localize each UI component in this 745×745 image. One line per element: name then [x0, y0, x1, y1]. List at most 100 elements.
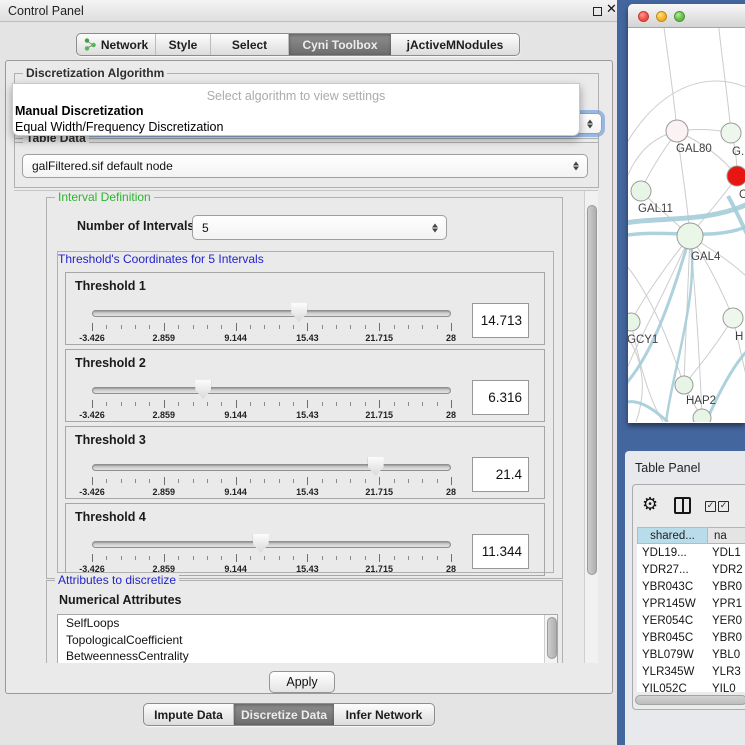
attribute-item[interactable]: BetweennessCentrality — [58, 648, 557, 663]
column-header-shared-name[interactable]: shared... — [637, 527, 708, 544]
table-body: YDL19...YDL1YDR27...YDR2YBR043CYBR0YPR14… — [637, 544, 745, 692]
tab-jactivemnodules[interactable]: jActiveMNodules — [391, 34, 519, 55]
network-node[interactable] — [675, 376, 693, 394]
threshold-slider[interactable]: -3.4262.8599.14415.4321.71528 — [92, 455, 451, 497]
slider-thumb[interactable] — [291, 303, 307, 322]
combo-stepper-icon — [573, 162, 579, 171]
slider-thumb[interactable] — [368, 457, 384, 476]
attribute-item[interactable]: SelfLoops — [58, 615, 557, 632]
threshold-slider[interactable]: -3.4262.8599.14415.4321.71528 — [92, 301, 451, 343]
control-panel-header: Control Panel ✕ — [0, 0, 617, 22]
table-row[interactable]: YIL052CYIL0 — [637, 680, 745, 692]
table-data-combobox[interactable]: galFiltered.sif default node — [22, 154, 588, 178]
float-window-icon[interactable] — [593, 7, 602, 16]
list-scrollbar[interactable] — [544, 615, 557, 663]
column-header-name[interactable]: na — [708, 527, 745, 544]
network-node[interactable] — [727, 166, 745, 186]
combo-value: 5 — [202, 221, 209, 235]
tab-label: Select — [232, 38, 267, 52]
slider-track[interactable] — [92, 541, 451, 548]
thresholds-coordinates-group: Threshold's Coordinates for 5 Intervals … — [57, 251, 554, 573]
slider-thumb[interactable] — [195, 380, 211, 399]
checkbox-icon[interactable]: ✓ — [718, 501, 729, 512]
group-title: Interval Definition — [55, 190, 154, 204]
slider-ticks — [92, 554, 451, 563]
threshold-panel: Threshold 3 -3.4262.8599.14415.4321.7152… — [65, 426, 545, 499]
close-traffic-light-icon[interactable] — [638, 11, 649, 22]
network-node[interactable] — [631, 181, 651, 201]
tab-style[interactable]: Style — [156, 34, 211, 55]
table-panel-card: ⚙ ✓ ✓ shared... na YDL19...YDL1YDR27...Y… — [632, 484, 745, 710]
table-toolbar: ⚙ ✓ ✓ — [633, 485, 745, 525]
attributes-to-discretize-group: Attributes to discretize Numerical Attri… — [46, 580, 563, 663]
threshold-value-field[interactable] — [472, 303, 529, 338]
gear-icon[interactable]: ⚙ — [642, 494, 658, 515]
table-row[interactable]: YBR043CYBR0 — [637, 578, 745, 595]
zoom-traffic-light-icon[interactable] — [674, 11, 685, 22]
threshold-slider[interactable]: -3.4262.8599.14415.4321.71528 — [92, 378, 451, 420]
slider-scale-labels: -3.4262.8599.14415.4321.71528 — [92, 410, 451, 420]
network-edge-teal[interactable] — [628, 236, 690, 390]
number-of-intervals-combobox[interactable]: 5 — [192, 215, 447, 240]
threshold-label: Threshold 3 — [75, 433, 146, 447]
network-edge[interactable] — [690, 236, 733, 318]
network-edge-teal[interactable] — [628, 402, 668, 422]
network-node-label: GAL4 — [691, 251, 721, 263]
attribute-item[interactable]: TopologicalCoefficient — [58, 632, 557, 649]
table-row[interactable]: YDL19...YDL1 — [637, 544, 745, 561]
network-edge[interactable] — [628, 236, 690, 388]
network-canvas[interactable]: GAL80G.CGAL11GAL4GCY1HHAP2 — [628, 28, 745, 422]
network-node[interactable] — [721, 123, 741, 143]
network-icon — [84, 38, 97, 51]
tab-network[interactable]: Network — [77, 34, 156, 55]
checkbox-icon[interactable]: ✓ — [705, 501, 716, 512]
algorithm-dropdown-popup: Select algorithm to view settings Manual… — [12, 83, 580, 136]
table-row[interactable]: YLR345WYLR3 — [637, 663, 745, 680]
network-edge[interactable] — [663, 28, 677, 131]
dropdown-option-manual-discretization[interactable]: Manual Discretization — [15, 104, 144, 118]
table-row[interactable]: YPR145WYPR1 — [637, 595, 745, 612]
dropdown-option-equal-width-frequency[interactable]: Equal Width/Frequency Discretization — [15, 120, 223, 134]
table-horizontal-scrollbar[interactable] — [635, 695, 745, 706]
threshold-value-field[interactable] — [472, 380, 529, 415]
slider-thumb[interactable] — [253, 534, 269, 553]
tab-discretize-data[interactable]: Discretize Data — [234, 704, 334, 725]
numerical-attributes-list[interactable]: SelfLoopsTopologicalCoefficientBetweenne… — [57, 614, 558, 663]
tab-label: jActiveMNodules — [407, 38, 504, 52]
network-node[interactable] — [628, 313, 640, 331]
network-edge-teal[interactable] — [706, 350, 745, 422]
network-edge[interactable] — [631, 236, 690, 322]
slider-track[interactable] — [92, 464, 451, 471]
network-edge[interactable] — [684, 318, 733, 385]
tab-infer-network[interactable]: Infer Network — [334, 704, 434, 725]
panel-title: Control Panel — [8, 4, 84, 18]
network-node[interactable] — [677, 223, 703, 249]
table-row[interactable]: YDR27...YDR2 — [637, 561, 745, 578]
top-tab-bar: Network Style Select Cyni Toolbox jActiv… — [76, 33, 520, 56]
network-node[interactable] — [723, 308, 743, 328]
numerical-attributes-label: Numerical Attributes — [59, 593, 181, 607]
threshold-label: Threshold 4 — [75, 510, 146, 524]
threshold-slider[interactable]: -3.4262.8599.14415.4321.71528 — [92, 532, 451, 574]
tab-impute-data[interactable]: Impute Data — [144, 704, 234, 725]
group-title: Discretization Algorithm — [23, 66, 167, 80]
table-row[interactable]: YBL079WYBL0 — [637, 646, 745, 663]
network-node[interactable] — [693, 409, 711, 422]
settings-scroll-viewport: Interval Definition Number of Intervals … — [14, 190, 598, 663]
minimize-traffic-light-icon[interactable] — [656, 11, 667, 22]
settings-scrollbar[interactable] — [584, 191, 598, 663]
slider-track[interactable] — [92, 387, 451, 394]
threshold-value-field[interactable] — [472, 457, 529, 492]
tab-cyni-toolbox[interactable]: Cyni Toolbox — [289, 34, 391, 55]
tab-select[interactable]: Select — [211, 34, 289, 55]
column-layout-icon[interactable] — [674, 497, 691, 514]
threshold-value-field[interactable] — [472, 534, 529, 569]
network-node-label: H — [735, 331, 743, 343]
slider-track[interactable] — [92, 310, 451, 317]
table-row[interactable]: YBR045CYBR0 — [637, 629, 745, 646]
apply-button[interactable]: Apply — [269, 671, 335, 693]
cyni-toolbox-panel: Discretization Algorithm Table Data galF… — [5, 60, 613, 694]
close-icon[interactable]: ✕ — [606, 2, 617, 17]
table-row[interactable]: YER054CYER0 — [637, 612, 745, 629]
network-node[interactable] — [666, 120, 688, 142]
